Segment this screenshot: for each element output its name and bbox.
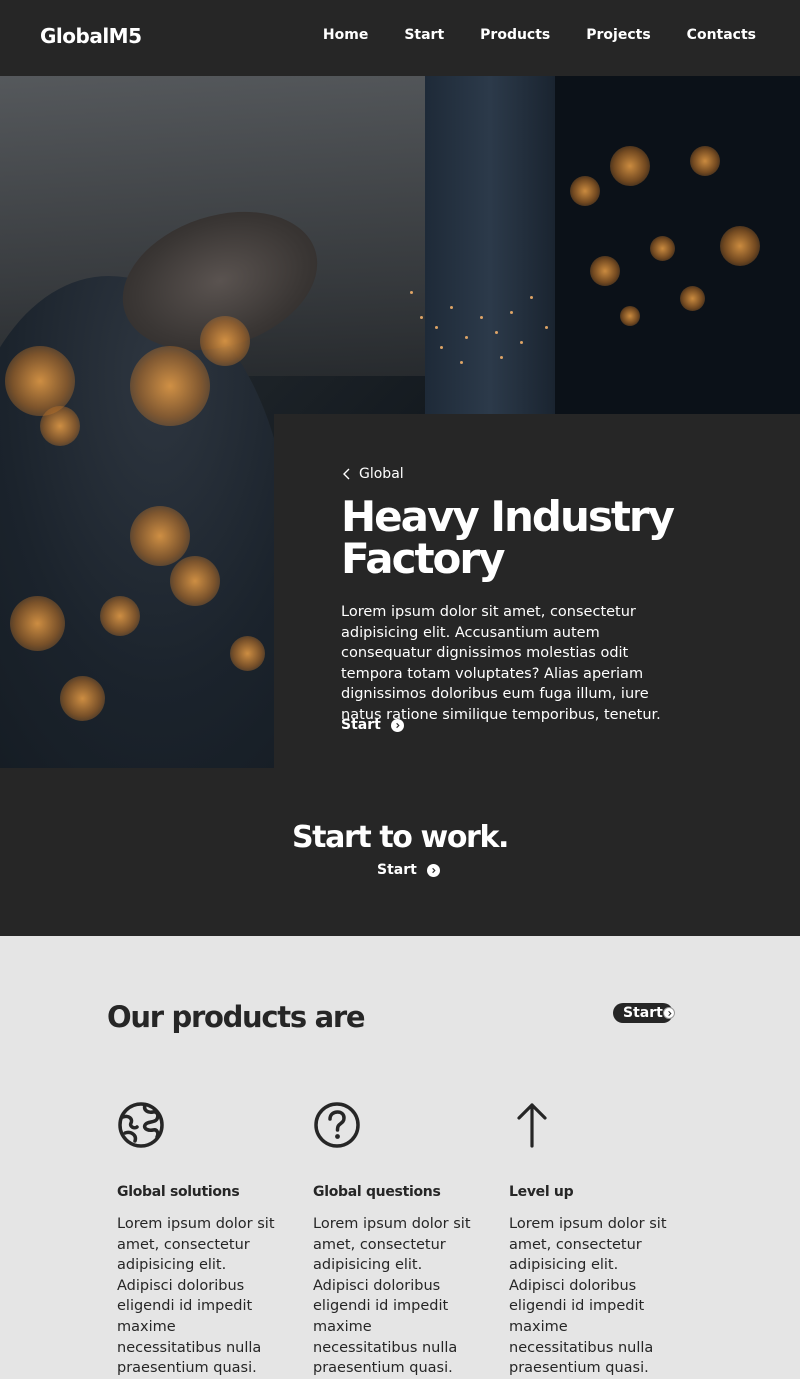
nav-contacts[interactable]: Contacts	[687, 27, 756, 43]
band-start-button[interactable]: Start	[377, 862, 440, 878]
chevron-left-icon	[343, 468, 350, 480]
breadcrumb[interactable]: Global	[341, 466, 404, 482]
hero-description: Lorem ipsum dolor sit amet, consectetur …	[341, 604, 661, 723]
start-band: Start to work. Start	[0, 768, 800, 936]
chevron-right-circle-icon	[663, 1007, 675, 1019]
globe-icon	[118, 1102, 164, 1148]
feature-card: Level up Lorem ipsum dolor sit amet, con…	[509, 1101, 669, 1379]
hero-card: Global Heavy Industry Factory Lorem ipsu…	[274, 414, 800, 768]
feature-title: Level up	[509, 1184, 574, 1200]
question-circle-icon	[314, 1102, 360, 1148]
feature-text: Lorem ipsum dolor sit amet, consectetur …	[313, 1216, 471, 1377]
site-header: GlobalM5 Home Start Products Projects Co…	[0, 0, 800, 76]
nav-start[interactable]: Start	[404, 27, 444, 43]
hero-start-label: Start	[341, 717, 381, 733]
products-section: Our products are Start Global solutions …	[0, 936, 800, 1376]
hero-title: Heavy Industry Factory	[341, 492, 675, 583]
main-nav: Home Start Products Projects Contacts	[323, 27, 756, 43]
feature-text: Lorem ipsum dolor sit amet, consectetur …	[117, 1216, 275, 1377]
hero-section: Global Heavy Industry Factory Lorem ipsu…	[0, 76, 800, 768]
nav-products[interactable]: Products	[480, 27, 550, 43]
nav-home[interactable]: Home	[323, 27, 368, 43]
chevron-right-circle-icon	[426, 863, 440, 877]
feature-text: Lorem ipsum dolor sit amet, consectetur …	[509, 1216, 667, 1377]
chevron-right-circle-icon	[390, 718, 404, 732]
feature-card: Global solutions Lorem ipsum dolor sit a…	[117, 1101, 277, 1379]
band-start-label: Start	[377, 862, 417, 878]
products-title: Our products are	[107, 1000, 366, 1034]
arrow-up-icon	[517, 1103, 547, 1148]
hero-start-button[interactable]: Start	[341, 717, 404, 733]
feature-card: Global questions Lorem ipsum dolor sit a…	[313, 1101, 473, 1379]
site-logo[interactable]: GlobalM5	[40, 24, 142, 48]
breadcrumb-label: Global	[359, 466, 404, 482]
nav-projects[interactable]: Projects	[586, 27, 650, 43]
feature-title: Global solutions	[117, 1184, 240, 1200]
feature-title: Global questions	[313, 1184, 441, 1200]
band-title: Start to work.	[291, 820, 509, 855]
